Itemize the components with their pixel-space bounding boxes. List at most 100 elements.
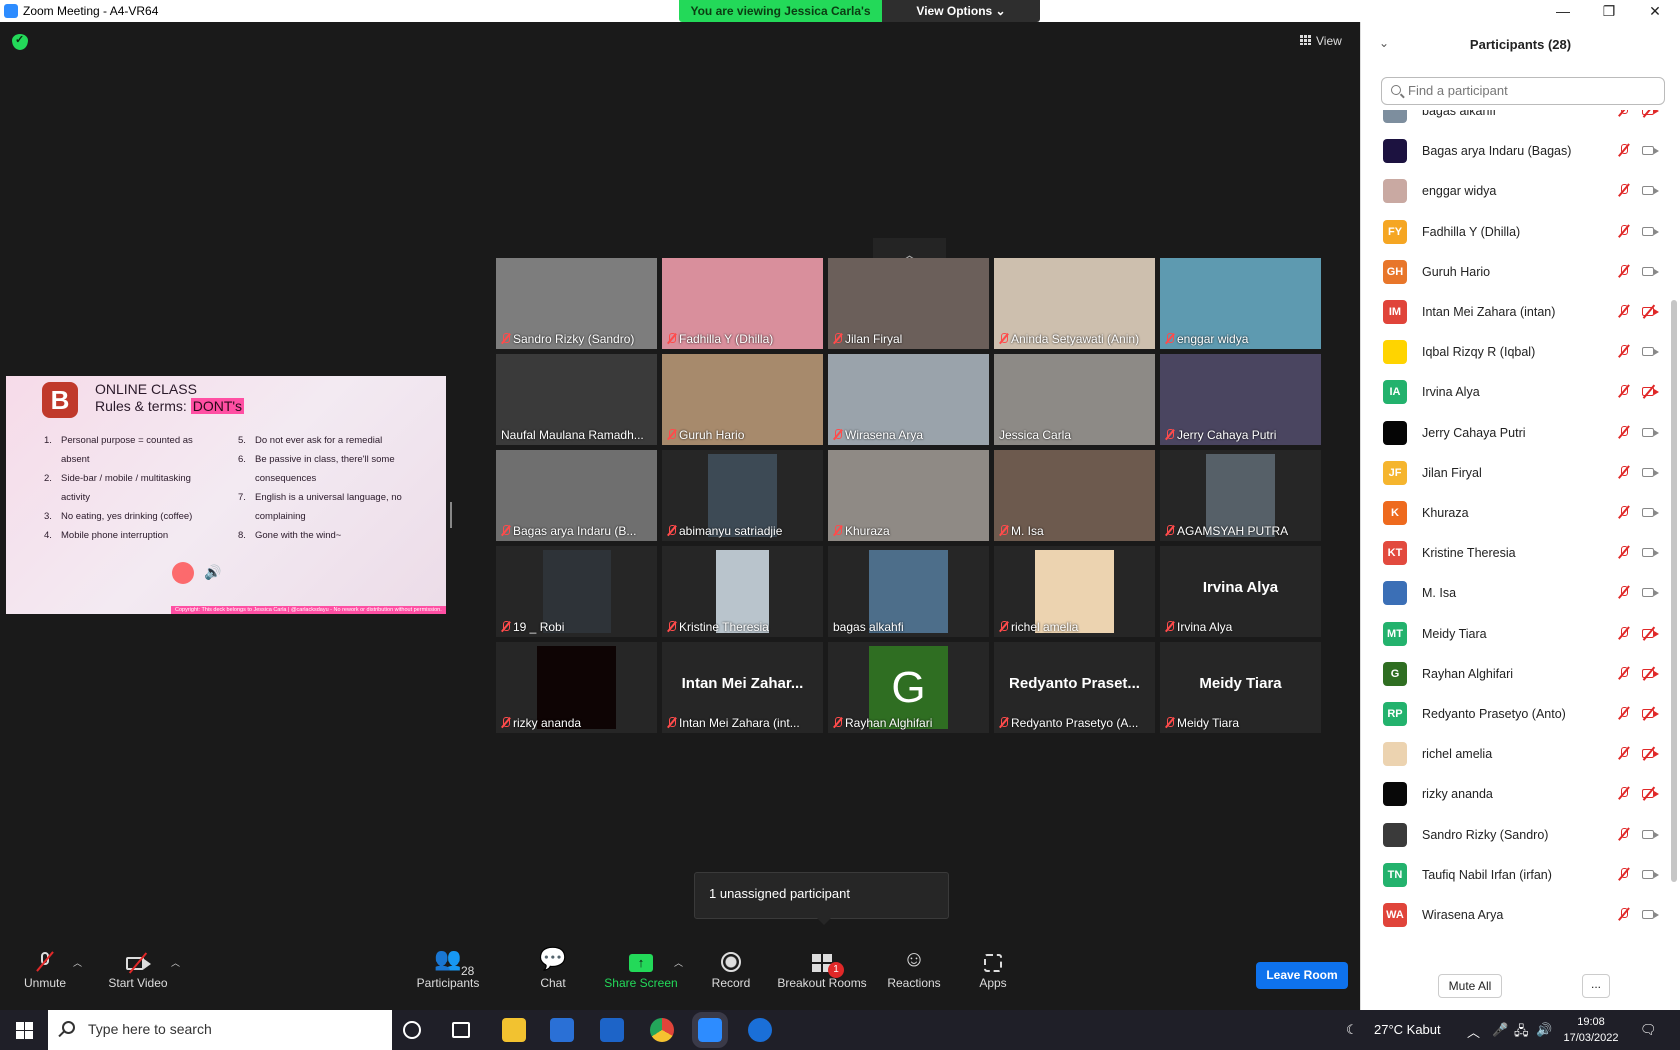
microphone-muted-icon[interactable] (1618, 143, 1630, 158)
video-tile[interactable]: Khuraza (828, 450, 989, 541)
volume-icon[interactable]: 🔊 (1536, 1022, 1552, 1038)
mute-all-button[interactable]: Mute All (1438, 974, 1502, 998)
camera-icon[interactable] (1642, 508, 1659, 517)
video-tile[interactable]: Meidy Tiara Meidy Tiara (1160, 642, 1321, 733)
video-tile[interactable]: Sandro Rizky (Sandro) (496, 258, 657, 349)
cortana-icon[interactable] (403, 1021, 421, 1039)
microphone-muted-icon[interactable] (1618, 545, 1630, 560)
leave-room-button[interactable]: Leave Room (1256, 962, 1348, 989)
video-tile[interactable]: M. Isa (994, 450, 1155, 541)
microphone-muted-icon[interactable] (1618, 827, 1630, 842)
microphone-muted-icon[interactable] (1618, 425, 1630, 440)
participant-row[interactable]: Bagas arya Indaru (Bagas) (1361, 132, 1669, 173)
microphone-muted-icon[interactable] (1618, 505, 1630, 520)
camera-icon[interactable] (1642, 467, 1659, 477)
participant-row[interactable]: G Rayhan Alghifari (1361, 655, 1669, 696)
microphone-muted-icon[interactable] (1618, 706, 1630, 721)
task-view-icon[interactable] (452, 1022, 470, 1038)
show-hidden-icons-caret[interactable]: ︿ (1467, 1022, 1480, 1041)
participant-row[interactable]: JF Jilan Firyal (1361, 454, 1669, 495)
camera-off-icon[interactable] (1642, 110, 1659, 115)
microphone-muted-icon[interactable] (1618, 224, 1630, 239)
participant-row[interactable]: rizky ananda (1361, 775, 1669, 816)
taskbar-search-input[interactable]: Type here to search (48, 1010, 392, 1050)
video-tile[interactable]: richel amelia (994, 546, 1155, 637)
video-tile[interactable]: Fadhilla Y (Dhilla) (662, 258, 823, 349)
camera-off-icon[interactable] (1642, 749, 1659, 759)
video-tile[interactable]: G Rayhan Alghifari (828, 642, 989, 733)
microphone-muted-icon[interactable] (1618, 465, 1630, 480)
participant-row[interactable]: TN Taufiq Nabil Irfan (irfan) (1361, 856, 1669, 897)
camera-off-icon[interactable] (1642, 387, 1659, 397)
participants-button[interactable]: 👥 28 Participants (403, 942, 493, 990)
file-explorer-icon[interactable] (502, 1018, 526, 1042)
video-tile[interactable]: Jessica Carla (994, 354, 1155, 445)
video-tile[interactable]: Aninda Setyawati (Anin) (994, 258, 1155, 349)
start-video-button[interactable]: Start Video (93, 942, 183, 990)
view-layout-button[interactable]: View (1300, 34, 1342, 48)
participant-row[interactable]: Sandro Rizky (Sandro) (1361, 816, 1669, 857)
microphone-muted-icon[interactable] (1618, 585, 1630, 600)
participant-row[interactable]: Jerry Cahaya Putri (1361, 414, 1669, 455)
participant-search-input[interactable]: Find a participant (1381, 77, 1665, 105)
video-tile[interactable]: AGAMSYAH PUTRA (1160, 450, 1321, 541)
video-tile[interactable]: Kristine Theresia (662, 546, 823, 637)
scrollbar-thumb[interactable] (1671, 300, 1677, 882)
microphone-muted-icon[interactable] (1618, 786, 1630, 801)
video-tile[interactable]: Naufal Maulana Ramadh... (496, 354, 657, 445)
video-tile[interactable]: Intan Mei Zahar... Intan Mei Zahara (int.… (662, 642, 823, 733)
participant-row[interactable]: K Khuraza (1361, 494, 1669, 535)
microphone-tray-icon[interactable]: 🎤 (1492, 1022, 1508, 1038)
participants-scrollbar[interactable] (1671, 112, 1677, 967)
reactions-button[interactable]: ☺ Reactions (869, 942, 959, 990)
camera-icon[interactable] (1642, 869, 1659, 879)
participant-row[interactable]: bagas alkahfi (1361, 110, 1669, 133)
participant-row[interactable]: KT Kristine Theresia (1361, 534, 1669, 575)
network-icon[interactable]: 🖧 (1514, 1022, 1529, 1044)
close-button[interactable]: ✕ (1632, 0, 1678, 22)
breakout-rooms-button[interactable]: 1 Breakout Rooms (777, 942, 867, 990)
record-button[interactable]: Record (686, 942, 776, 990)
microphone-muted-icon[interactable] (1618, 666, 1630, 681)
video-tile[interactable]: Guruh Hario (662, 354, 823, 445)
participant-row[interactable]: MT Meidy Tiara (1361, 615, 1669, 656)
microphone-muted-icon[interactable] (1618, 183, 1630, 198)
minimize-button[interactable]: — (1540, 0, 1586, 22)
camera-icon[interactable] (1642, 146, 1659, 156)
microsoft-store-icon[interactable] (550, 1018, 574, 1042)
microphone-muted-icon[interactable] (1618, 746, 1630, 761)
camera-icon[interactable] (1642, 548, 1659, 558)
microphone-muted-icon[interactable] (1618, 867, 1630, 882)
share-screen-button[interactable]: ↑ Share Screen (596, 942, 686, 990)
camera-icon[interactable] (1642, 186, 1659, 196)
microphone-muted-icon[interactable] (1618, 304, 1630, 319)
video-tile[interactable]: rizky ananda (496, 642, 657, 733)
security-shield-icon[interactable] (12, 33, 28, 50)
microphone-muted-icon[interactable] (1618, 344, 1630, 359)
teamviewer-icon[interactable] (748, 1018, 772, 1042)
microphone-muted-icon[interactable] (1618, 110, 1630, 118)
taskbar-clock[interactable]: 19:08 17/03/2022 (1561, 1014, 1621, 1046)
maximize-button[interactable]: ❐ (1586, 0, 1632, 22)
camera-off-icon[interactable] (1642, 307, 1659, 316)
video-tile[interactable]: Jilan Firyal (828, 258, 989, 349)
video-tile[interactable]: Jerry Cahaya Putri (1160, 354, 1321, 445)
video-tile[interactable]: enggar widya (1160, 258, 1321, 349)
camera-icon[interactable] (1642, 427, 1659, 437)
microphone-muted-icon[interactable] (1618, 626, 1630, 641)
mail-icon[interactable] (600, 1018, 624, 1042)
camera-off-icon[interactable] (1642, 668, 1659, 678)
camera-off-icon[interactable] (1642, 628, 1659, 638)
zoom-taskbar-icon[interactable] (692, 1012, 728, 1048)
video-tile[interactable]: Bagas arya Indaru (B... (496, 450, 657, 541)
video-tile[interactable]: abimanyu satriadjie (662, 450, 823, 541)
apps-button[interactable]: Apps (948, 942, 1038, 990)
camera-icon[interactable] (1642, 910, 1659, 919)
camera-icon[interactable] (1642, 226, 1659, 236)
participant-row[interactable]: FY Fadhilla Y (Dhilla) (1361, 213, 1669, 254)
video-tile[interactable]: Wirasena Arya (828, 354, 989, 445)
participant-row[interactable]: IA Irvina Alya (1361, 373, 1669, 414)
participant-row[interactable]: WA Wirasena Arya (1361, 896, 1669, 937)
view-options-button[interactable]: View Options ⌄ (882, 0, 1040, 22)
camera-off-icon[interactable] (1642, 789, 1659, 799)
